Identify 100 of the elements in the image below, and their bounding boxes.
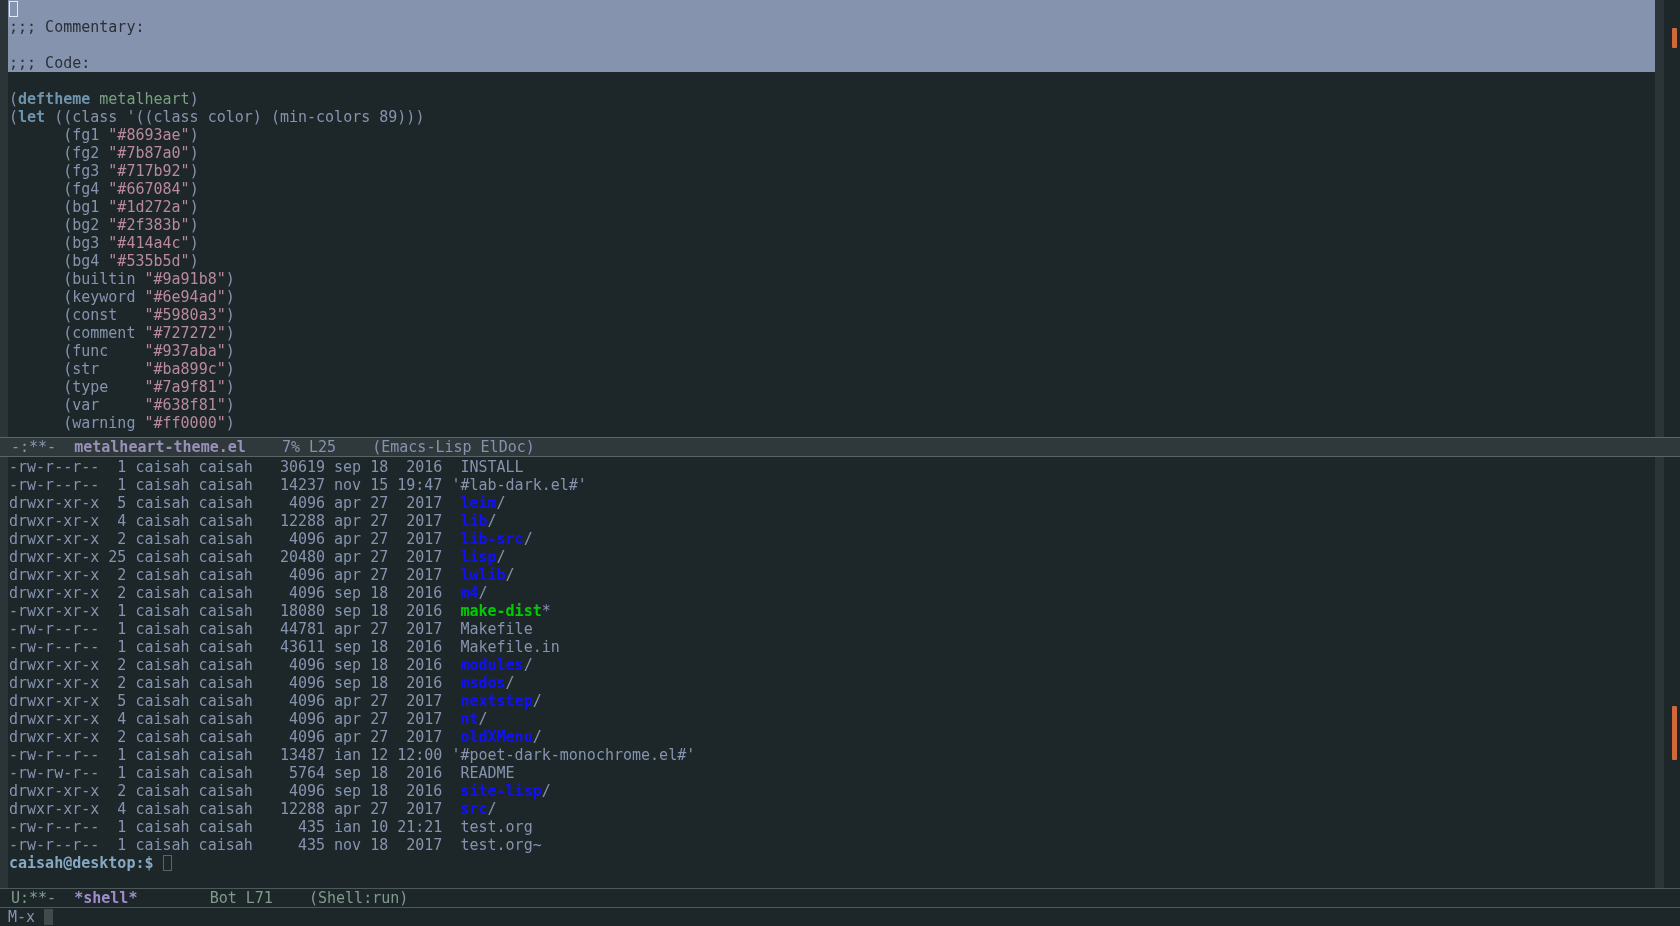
type-indicator: / (541, 782, 551, 800)
group-name: caisah (198, 476, 253, 494)
text-cursor (9, 1, 18, 17)
file-size: 4096 (288, 656, 326, 674)
group-name: caisah (198, 530, 253, 548)
date-time: 21:21 (397, 818, 443, 836)
owner-name: caisah (135, 602, 190, 620)
date-day: 18 (370, 656, 389, 674)
owner-name: caisah (135, 746, 190, 764)
type-indicator: / (505, 674, 515, 692)
code-line: (builtin "#9a91b8") (62, 270, 235, 288)
link-count: 1 (117, 602, 127, 620)
group-name: caisah (198, 692, 253, 710)
line-position: 7% L25 (281, 438, 337, 456)
date-day: 10 (370, 818, 389, 836)
type-indicator: / (523, 656, 533, 674)
code-line: (bg4 "#535b5d") (62, 252, 199, 270)
link-count: 4 (117, 800, 127, 818)
link-count: 1 (117, 620, 127, 638)
date-time: 2017 (406, 692, 443, 710)
owner-name: caisah (135, 458, 190, 476)
date-month: sep (334, 782, 362, 800)
group-name: caisah (198, 602, 253, 620)
date-time: 2017 (406, 800, 443, 818)
type-indicator: / (478, 710, 488, 728)
code-line: (comment "#727272") (62, 324, 235, 342)
date-day: 18 (370, 458, 389, 476)
code-line: (func "#937aba") (62, 342, 235, 360)
group-name: caisah (198, 638, 253, 656)
permissions-text: -rw-r--r-- (9, 620, 100, 638)
date-month: apr (334, 620, 362, 638)
type-indicator: / (487, 800, 497, 818)
directory-name: lib-src (460, 530, 524, 548)
date-day: 18 (370, 782, 389, 800)
directory-name: oldXMenu (460, 728, 533, 746)
file-size: 435 (297, 836, 326, 854)
file-size: 435 (297, 818, 326, 836)
file-name: test.org (460, 818, 533, 836)
code-line: (bg3 "#414a4c") (62, 234, 199, 252)
link-count: 1 (117, 764, 127, 782)
directory-name: leim (460, 494, 497, 512)
date-day: 27 (370, 728, 389, 746)
date-time: 2017 (406, 710, 443, 728)
date-month: apr (334, 494, 362, 512)
date-month: sep (334, 674, 362, 692)
link-count: 25 (108, 548, 127, 566)
date-month: apr (334, 728, 362, 746)
date-day: 27 (370, 494, 389, 512)
owner-name: caisah (135, 548, 190, 566)
file-name: '#lab-dark.el#' (451, 476, 587, 494)
file-name: test.org~ (460, 836, 542, 854)
code-line: (bg2 "#2f383b") (62, 216, 199, 234)
type-indicator: / (532, 728, 542, 746)
scrollbar-thumb[interactable] (1672, 706, 1677, 760)
owner-name: caisah (135, 836, 190, 854)
file-size: 14237 (279, 476, 326, 494)
group-name: caisah (198, 746, 253, 764)
owner-name: caisah (135, 692, 190, 710)
owner-name: caisah (135, 494, 190, 512)
group-name: caisah (198, 566, 253, 584)
file-size: 43611 (279, 638, 326, 656)
date-time: 12:00 (397, 746, 443, 764)
directory-name: src (460, 800, 488, 818)
date-day: 15 (370, 476, 389, 494)
link-count: 2 (117, 584, 127, 602)
link-count: 5 (117, 692, 127, 710)
date-month: apr (334, 548, 362, 566)
permissions-text: drwxr-xr-x (9, 674, 100, 692)
date-month: ian (334, 746, 362, 764)
group-name: caisah (198, 656, 253, 674)
owner-name: caisah (135, 512, 190, 530)
type-indicator: / (478, 584, 488, 602)
date-month: sep (334, 458, 362, 476)
file-size: 4096 (288, 692, 326, 710)
group-name: caisah (198, 548, 253, 566)
date-day: 18 (370, 764, 389, 782)
file-size: 5764 (288, 764, 326, 782)
buffer-name: metalheart-theme.el (74, 438, 246, 456)
owner-name: caisah (135, 566, 190, 584)
date-day: 27 (370, 620, 389, 638)
scrollbar-thumb[interactable] (1672, 28, 1677, 48)
file-size: 4096 (288, 566, 326, 584)
group-name: caisah (198, 494, 253, 512)
permissions-text: drwxr-xr-x (9, 800, 100, 818)
date-day: 18 (370, 584, 389, 602)
code-line: (fg4 "#667084") (62, 180, 199, 198)
date-month: ian (334, 818, 362, 836)
owner-name: caisah (135, 728, 190, 746)
permissions-text: -rw-r--r-- (9, 746, 100, 764)
date-day: 27 (370, 566, 389, 584)
group-name: caisah (198, 800, 253, 818)
link-count: 2 (117, 674, 127, 692)
major-mode: (Shell:run) (308, 889, 409, 907)
date-time: 2016 (406, 782, 443, 800)
code-line: (const "#5980a3") (62, 306, 235, 324)
owner-name: caisah (135, 638, 190, 656)
date-time: 2017 (406, 620, 443, 638)
date-month: sep (334, 602, 362, 620)
link-count: 2 (117, 656, 127, 674)
file-size: 12288 (279, 800, 326, 818)
